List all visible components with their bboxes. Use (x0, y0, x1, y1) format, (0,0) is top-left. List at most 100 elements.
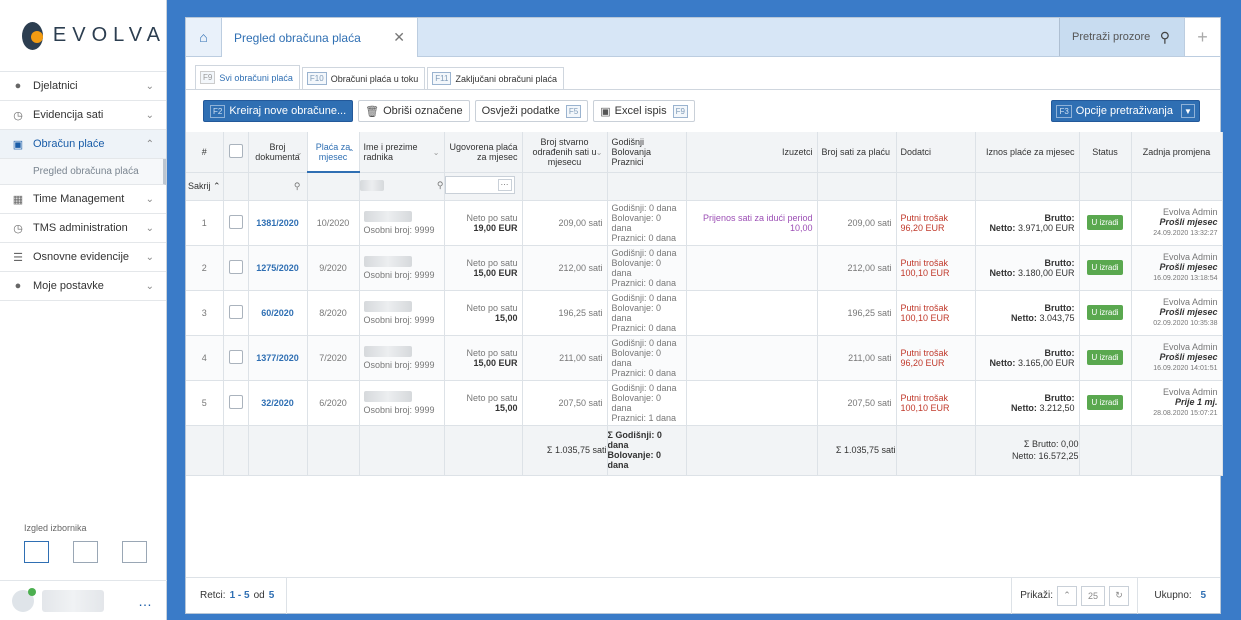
filter-doc[interactable]: ⚲ (248, 172, 308, 201)
tab-svi-obracuni[interactable]: F9 Svi obračuni plaća (195, 65, 300, 89)
col-status[interactable]: Status (1079, 132, 1132, 173)
row-checkbox[interactable] (228, 394, 243, 409)
row-payhours: 207,50 sati (817, 380, 897, 426)
doc-link[interactable]: 60/2020 (261, 308, 294, 318)
sort-icon: ⌄ (884, 148, 892, 157)
create-button[interactable]: F2 Kreiraj nove obračune... (203, 100, 354, 122)
layout-option-sidebar[interactable] (24, 541, 49, 563)
tab-zakljucani-obracuni[interactable]: F11 Zaključani obračuni plaća (427, 67, 565, 89)
row-amount: Brutto: Netto: 3.180,00 EUR (975, 245, 1080, 291)
col-label: Godišnji Bolovanja Praznici (611, 136, 652, 167)
salary-filter-input[interactable]: ⋯ (444, 176, 515, 194)
row-hours: 212,00 sati (522, 245, 608, 291)
changed-period: Prošli mjesec (1159, 306, 1218, 317)
table-row[interactable]: 2 1275/2020 9/2020 Osobni broj: 9999 Neto po… (186, 245, 1223, 291)
avatar[interactable] (12, 587, 36, 612)
row-last: Evolva Admin Prošli mjesec 02.09.2020 10:3… (1131, 290, 1223, 336)
add-window-button[interactable]: + (1184, 18, 1220, 56)
col-month[interactable]: Plaća za mjesec ⌃ (307, 132, 360, 173)
menu-item-tms-administration[interactable]: ◷ TMS administration ⌄ (0, 214, 166, 243)
row-checkbox[interactable] (228, 214, 243, 229)
blurred-name (363, 300, 412, 312)
refresh-button[interactable]: Osvježi podatke F5 (474, 100, 589, 122)
search-options-button[interactable]: F3 Opcije pretraživanja ▼ (1051, 100, 1200, 122)
col-amount[interactable]: Iznos plaće za mjesec (975, 132, 1080, 173)
changed-period: Prošli mjesec (1159, 261, 1218, 272)
rows-of-count: 5 (268, 590, 275, 601)
table-row[interactable]: 5 32/2020 6/2020 Osobni broj: 9999 Neto po s… (186, 380, 1223, 426)
col-label: Broj stvarno odrađenih sati u mjesecu (532, 136, 597, 167)
col-leave[interactable]: Godišnji Bolovanja Praznici (607, 132, 687, 173)
more-icon[interactable]: … (138, 593, 153, 609)
row-leave: Godišnji: 0 dana Bolovanje: 0 dana Praznic… (607, 380, 687, 426)
tab-obracuni-u-toku[interactable]: F10 Obračuni plaća u toku (301, 67, 426, 89)
close-icon[interactable]: ✕ (393, 29, 405, 46)
table-row[interactable]: 3 60/2020 8/2020 Osobni broj: 9999 Neto po s… (186, 290, 1223, 336)
row-doc: 1275/2020 (248, 245, 308, 291)
col-doc[interactable]: Broj dokumenta ⌄ (248, 132, 308, 173)
row-payhours: 209,00 sati (817, 200, 897, 246)
menu-item-osnovne-evidencije[interactable]: ☰ Osnovne evidencije ⌄ (0, 243, 166, 272)
leave-line: Praznici: 0 dana (611, 322, 677, 333)
row-checkbox[interactable] (228, 304, 243, 319)
menu-item-evidencija-sati[interactable]: ◷ Evidencija sati ⌄ (0, 101, 166, 130)
filter-cell (607, 172, 687, 201)
row-last: Evolva Admin Prošli mjesec 24.09.2020 13:3… (1131, 200, 1223, 246)
chevron-down-icon: ⌄ (145, 193, 154, 205)
netto-label: Netto: (989, 357, 1016, 368)
col-exceptions[interactable]: Izuzetci (686, 132, 818, 173)
row-checkbox[interactable] (228, 349, 243, 364)
excel-button[interactable]: ▣ Excel ispis F9 (593, 100, 695, 122)
netto-label: Netto: (1010, 312, 1037, 323)
row-payhours: 212,00 sati (817, 245, 897, 291)
select-all-checkbox[interactable] (228, 143, 243, 158)
menu-label: Osnovne evidencije (33, 251, 130, 263)
menu-item-moje-postavke[interactable]: ● Moje postavke ⌄ (0, 272, 166, 301)
layout-option-compact[interactable] (73, 541, 98, 563)
layout-options (24, 541, 147, 563)
chevron-up-icon[interactable]: ⌃ (1057, 585, 1077, 606)
row-amount: Brutto: Netto: 3.043,75 (975, 290, 1080, 336)
menu-item-time-management[interactable]: ▦ Time Management ⌄ (0, 185, 166, 214)
shortcut-key: F10 (306, 72, 327, 85)
doc-link[interactable]: 1275/2020 (256, 263, 299, 273)
excel-icon: ▣ (600, 105, 611, 118)
table-row[interactable]: 4 1377/2020 7/2020 Osobni broj: 9999 Neto po… (186, 335, 1223, 381)
layout-option-minimal[interactable] (122, 541, 147, 563)
hide-filters[interactable]: Sakrij ⌃ (186, 172, 224, 201)
person-number: Osobni broj: 9999 (363, 314, 435, 325)
col-payhours[interactable]: Broj sati za plaću ⌄ (817, 132, 897, 173)
menu-item-obracun-place[interactable]: ▣ Obračun plaće ⌃ (0, 130, 166, 159)
sum-cell (186, 425, 224, 476)
doc-link[interactable]: 1377/2020 (256, 353, 299, 363)
tab-label: Zaključani obračuni plaća (455, 73, 558, 84)
logo[interactable]: EVOLVA (0, 0, 166, 72)
tab-pregled-obracuna[interactable]: Pregled obračuna plaća ✕ (222, 18, 418, 57)
total-info: Ukupno: 5 (1154, 590, 1206, 601)
col-extras[interactable]: Dodatci (896, 132, 976, 173)
doc-link[interactable]: 1381/2020 (256, 218, 299, 228)
submenu-item-pregled[interactable]: Pregled obračuna plaća (0, 159, 166, 185)
delete-label: Obriši označene (383, 105, 463, 117)
col-hours[interactable]: Broj stvarno odrađenih sati u mjesecu ⌄ (522, 132, 608, 173)
more-icon[interactable]: ⋯ (497, 179, 512, 191)
leave-line: Praznici: 0 dana (611, 277, 677, 288)
delete-button[interactable]: 🗑 Obriši označene (358, 100, 470, 122)
doc-link[interactable]: 32/2020 (261, 398, 294, 408)
menu-item-djelatnici[interactable]: ● Djelatnici ⌄ (0, 72, 166, 101)
total-brutto: Σ Brutto: 0,00 (1023, 439, 1079, 449)
refresh-icon[interactable]: ↻ (1109, 585, 1129, 606)
total-leave: Σ Godišnji: 0 dana Bolovanje: 0 dana (607, 425, 687, 476)
col-salary[interactable]: Ugovorena plaća za mjesec (444, 132, 523, 173)
col-last[interactable]: Zadnja promjena (1131, 132, 1223, 173)
list-icon: ☰ (13, 251, 23, 264)
page-size-input[interactable]: 25 (1081, 585, 1105, 606)
sum-cell (248, 425, 308, 476)
row-checkbox[interactable] (228, 259, 243, 274)
col-name[interactable]: Ime i prezime radnika ⌄ (359, 132, 445, 173)
filter-name[interactable]: ⚲ (359, 172, 445, 201)
search-windows[interactable]: Pretraži prozore ⚲ (1059, 18, 1184, 56)
home-icon[interactable]: ⌂ (186, 18, 222, 56)
row-hours: 207,50 sati (522, 380, 608, 426)
table-row[interactable]: 1 1381/2020 10/2020 Osobni broj: 9999 Neto p… (186, 200, 1223, 246)
